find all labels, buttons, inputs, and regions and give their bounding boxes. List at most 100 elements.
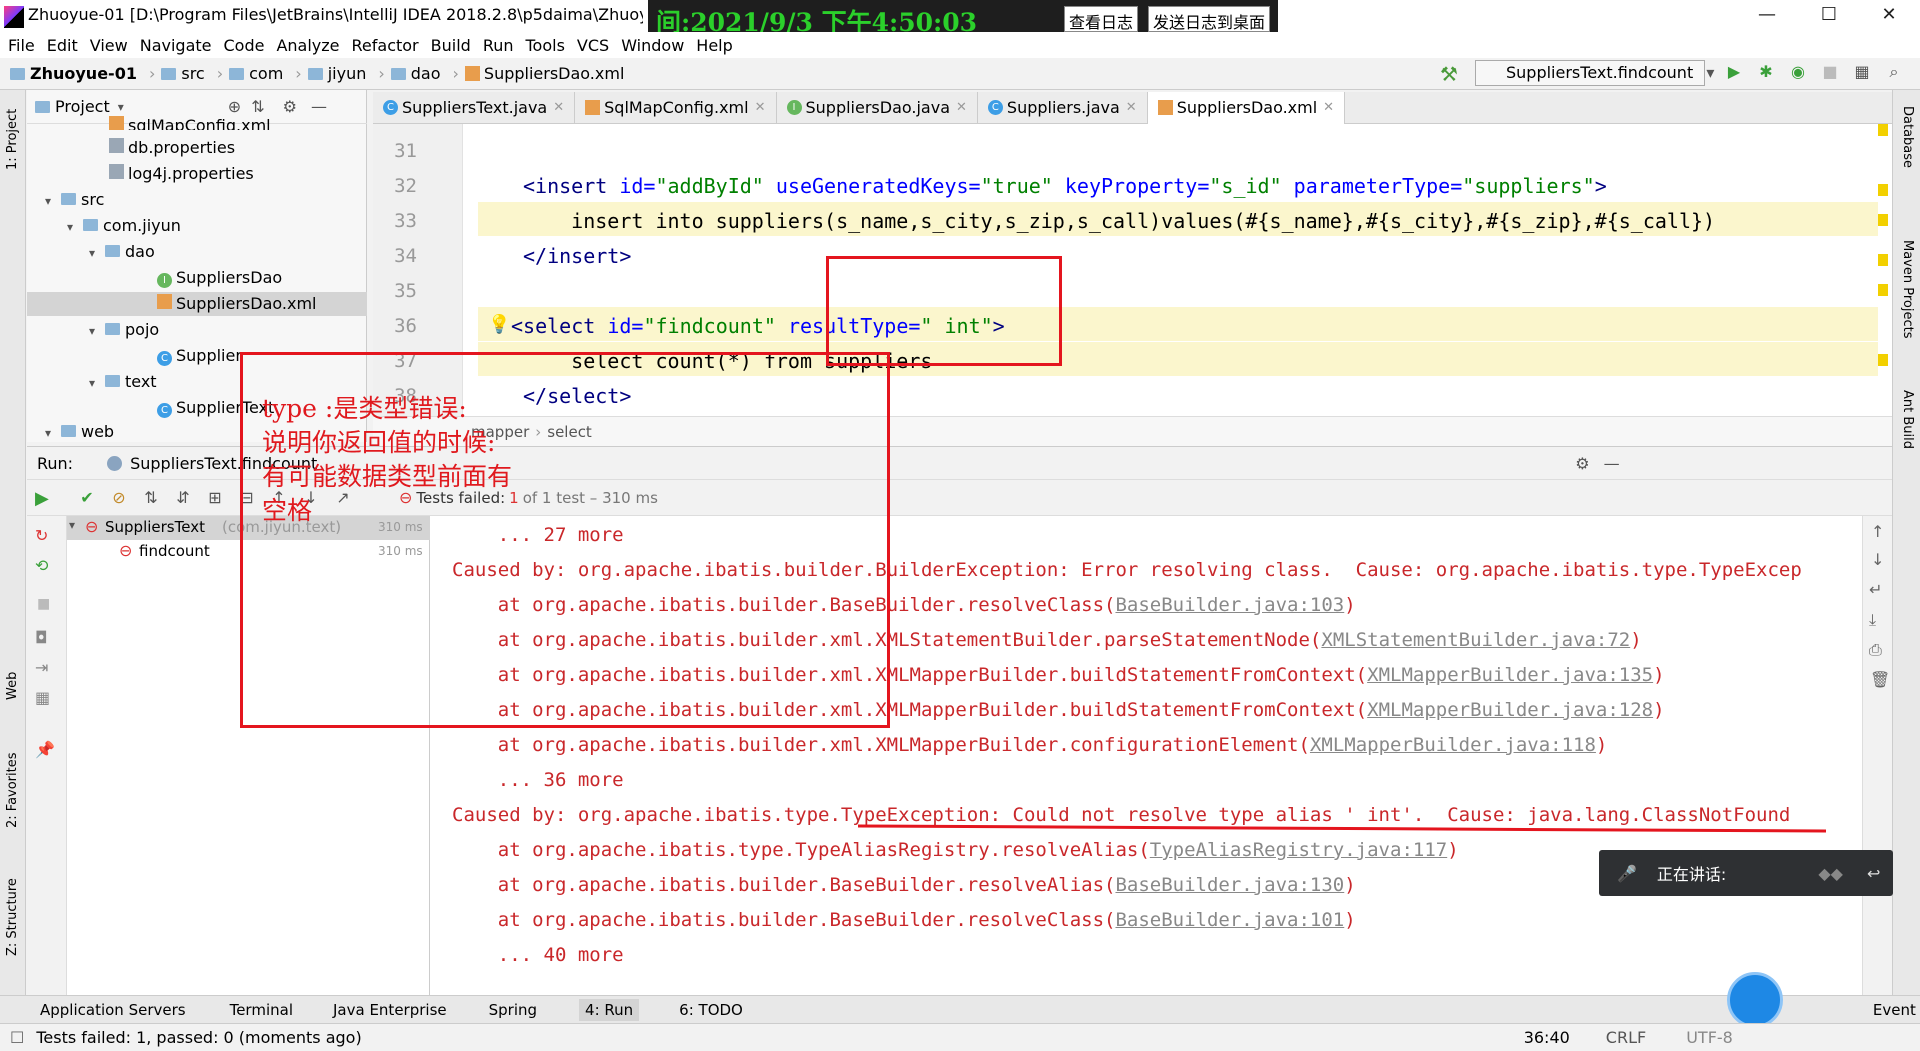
console-link[interactable]: BaseBuilder.java:101 [1115,909,1344,931]
camera-icon[interactable]: ◘ [35,628,48,647]
tree-item-web[interactable]: ▾ web [45,422,114,442]
sort-duration-icon[interactable]: ⇵ [173,488,193,508]
menu-view[interactable]: View [90,36,128,55]
toggle-auto-test-icon[interactable]: ⟲ [35,556,48,575]
tree-item-src[interactable]: ▾ src [45,188,104,212]
caret-position[interactable]: 36:40 [1524,1028,1570,1047]
arrow-down-icon[interactable]: ↓ [1871,550,1884,569]
hide-icon[interactable]: — [311,97,327,116]
nav-project[interactable]: Zhuoyue-01 [30,64,137,83]
tab-sqlmapconfig[interactable]: SqlMapConfig.xml ✕ [575,91,777,124]
nav-crumb-file[interactable]: SuppliersDao.xml [484,64,624,83]
rerun-failed-icon[interactable]: ↻ [35,526,48,545]
menu-edit[interactable]: Edit [47,36,78,55]
view-log-button[interactable]: 查看日志 [1064,6,1139,32]
tree-item-sqlmap[interactable]: sqlMapConfig.xml [109,116,271,130]
soft-wrap-icon[interactable]: ↵ [1869,580,1882,599]
tool-spring[interactable]: Spring [489,1001,537,1019]
close-button[interactable]: ✕ [1866,4,1912,25]
tool-event-log[interactable]: Event Log [1873,1001,1920,1019]
tool-project[interactable]: 1: Project [5,109,20,170]
console-link[interactable]: XMLMapperBuilder.java:118 [1310,734,1596,756]
tab-suppliers-dao-java[interactable]: I SuppliersDao.java ✕ [777,91,978,124]
menu-file[interactable]: File [8,36,35,55]
menu-code[interactable]: Code [224,36,265,55]
tool-application-servers[interactable]: Application Servers [40,1001,186,1019]
nav-crumb-jiyun[interactable]: jiyun [328,64,367,83]
menu-navigate[interactable]: Navigate [140,36,212,55]
tool-maven[interactable]: Maven Projects [1900,240,1915,339]
project-structure-icon[interactable]: ▦ [1852,62,1872,82]
console-link[interactable]: XMLStatementBuilder.java:72 [1321,629,1630,651]
tree-item-suppliers-dao[interactable]: I SuppliersDao [157,266,282,290]
scroll-to-end-icon[interactable]: ⤓ [1869,610,1876,630]
tool-favorites[interactable]: 2: Favorites [5,752,20,828]
print-icon[interactable]: ⎙ [1869,640,1882,660]
run-icon[interactable]: ▶ [1724,62,1744,82]
close-icon[interactable]: ✕ [956,100,967,115]
tab-suppliers-dao-xml[interactable]: SuppliersDao.xml ✕ [1147,91,1346,124]
lightbulb-icon[interactable]: 💡 [488,314,510,335]
trash-icon[interactable]: 🗑 [1870,670,1890,689]
stop-icon[interactable]: ■ [37,596,50,612]
run-config-select[interactable]: SuppliersText.findcount ▾ [1475,60,1714,86]
tab-suppliers-text[interactable]: C SuppliersText.java ✕ [373,91,576,124]
menu-analyze[interactable]: Analyze [276,36,339,55]
tool-run[interactable]: 4: Run [579,998,640,1021]
menu-refactor[interactable]: Refactor [352,36,419,55]
send-log-button[interactable]: 发送日志到桌面 [1148,6,1271,32]
panel-toggle-icon[interactable]: ☐ [10,1028,24,1047]
sort-alpha-icon[interactable]: ⇅ [141,488,161,508]
minimize-button[interactable]: — [1744,4,1790,25]
expand-all-icon[interactable]: ⊞ [205,488,225,508]
collapse-icon[interactable]: ⇅ [251,97,264,116]
tree-item-dao[interactable]: ▾ dao [89,240,155,264]
rerun-icon[interactable]: ▶ [35,488,49,509]
tool-ant-build[interactable]: Ant Build [1900,390,1915,449]
tool-web[interactable]: Web [5,672,20,700]
console-link[interactable]: XMLMapperBuilder.java:128 [1367,699,1653,721]
tree-item-supplier[interactable]: C Supplier [157,344,242,368]
hide-icon[interactable]: — [1604,454,1620,473]
floating-assist-button[interactable] [1727,972,1783,1028]
tool-todo[interactable]: 6: TODO [679,1001,743,1019]
project-view-select[interactable]: Project [55,97,110,116]
coverage-icon[interactable]: ◉ [1788,62,1808,82]
nav-crumb-com[interactable]: com [249,64,283,83]
console-link[interactable]: XMLMapperBuilder.java:135 [1367,664,1653,686]
nav-crumb-src[interactable]: src [181,64,204,83]
editor-marker-stripe[interactable] [1878,124,1888,416]
exit-icon[interactable]: ⇥ [35,658,48,677]
file-encoding[interactable]: UTF-8 [1686,1028,1733,1047]
gear-icon[interactable]: ⚙ [1575,454,1589,473]
mic-muted-icon[interactable]: 🎤 [1617,864,1637,883]
tool-java-enterprise[interactable]: Java Enterprise [333,1001,447,1019]
show-ignored-icon[interactable]: ⊘ [109,488,129,508]
tool-database[interactable]: Database [1900,106,1915,168]
tree-item-suppliers-dao-xml[interactable]: SuppliersDao.xml [27,292,367,316]
pin-icon[interactable]: 📌 [35,740,55,759]
back-icon[interactable]: ↩ [1867,864,1880,883]
search-icon[interactable]: ⌕ [1884,62,1904,82]
show-passed-icon[interactable]: ✔ [77,488,97,508]
gear-icon[interactable]: ⚙ [283,97,297,116]
close-icon[interactable]: ✕ [1323,100,1334,115]
tool-structure[interactable]: Z: Structure [5,878,20,956]
nav-crumb-dao[interactable]: dao [411,64,441,83]
console-link[interactable]: TypeAliasRegistry.java:117 [1150,839,1447,861]
console-link[interactable]: BaseBuilder.java:103 [1115,594,1344,616]
menu-tools[interactable]: Tools [526,36,565,55]
tool-terminal[interactable]: Terminal [230,1001,293,1019]
console-link[interactable]: BaseBuilder.java:130 [1115,874,1344,896]
menu-run[interactable]: Run [483,36,514,55]
close-icon[interactable]: ✕ [755,100,766,115]
build-hammer-icon[interactable]: ⚒ [1440,62,1458,86]
arrow-up-icon[interactable]: ↑ [1871,522,1884,541]
locate-icon[interactable]: ⊕ [228,97,241,116]
debug-icon[interactable]: ✱ [1756,62,1776,82]
line-separator[interactable]: CRLF [1606,1028,1646,1047]
stop-icon[interactable]: ■ [1820,62,1840,82]
menu-build[interactable]: Build [431,36,471,55]
tree-item-db-properties[interactable]: db.properties [109,136,235,160]
menu-vcs[interactable]: VCS [577,36,609,55]
